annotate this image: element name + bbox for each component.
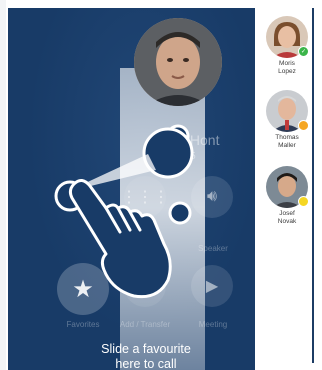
favourite-contact[interactable]: ✓ Moris Lopez xyxy=(262,16,312,76)
avatar xyxy=(266,166,309,208)
slot-marker-bottom xyxy=(168,201,192,225)
status-available-icon: ✓ xyxy=(298,46,309,57)
slide-hint: Slide a favourite here to call xyxy=(86,342,206,370)
hand-pointer-icon xyxy=(68,179,172,299)
status-busy-icon xyxy=(298,196,309,207)
contact-name: Thomas Maller xyxy=(275,134,299,149)
avatar: ✓ xyxy=(266,16,309,58)
status-away-icon xyxy=(298,120,309,131)
avatar xyxy=(266,90,309,132)
favourite-contact[interactable]: Josef Novak xyxy=(262,166,312,226)
drag-gesture-illustration xyxy=(54,124,194,299)
left-border xyxy=(0,0,6,370)
favourite-contact[interactable]: Thomas Maller xyxy=(262,90,312,150)
contact-name: Moris Lopez xyxy=(278,60,296,75)
hint-line-1: Slide a favourite xyxy=(101,342,191,356)
sidebar-divider xyxy=(312,8,314,363)
call-screen: Josef Hont 0:25 ⋮⋮⋮ 🔊︎ Hold Speaker ★ ☏+… xyxy=(8,8,255,370)
hint-line-2: here to call xyxy=(115,357,177,370)
favourites-sidebar: ✓ Moris Lopez Thomas Maller Josef Novak xyxy=(262,8,312,363)
contact-name: Josef Novak xyxy=(277,210,297,225)
